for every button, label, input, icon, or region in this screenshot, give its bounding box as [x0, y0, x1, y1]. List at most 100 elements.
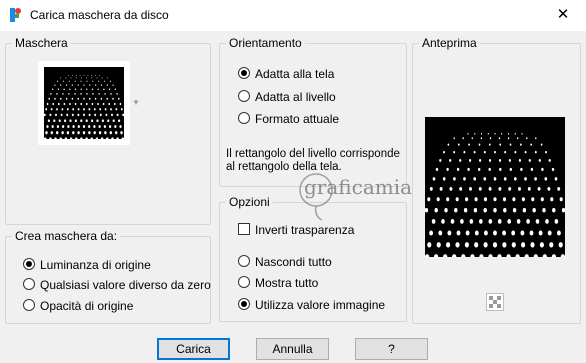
preview-dots [424, 117, 566, 260]
dot-mark [441, 219, 445, 224]
dot-mark [530, 143, 533, 146]
dot-mark [80, 88, 82, 91]
watermark-logo: graficamia [299, 173, 412, 221]
dot-mark [534, 150, 537, 154]
dot-mark [556, 230, 561, 236]
dot-mark [96, 119, 99, 123]
dot-mark [61, 125, 65, 129]
dot-mark [459, 158, 462, 162]
dot-mark [114, 88, 116, 91]
dot-mark [106, 84, 108, 86]
dot-mark [552, 207, 556, 213]
dot-mark [83, 113, 85, 117]
dot-mark [74, 93, 76, 95]
dot-mark [469, 158, 472, 162]
cancel-button[interactable]: Annulla [256, 338, 329, 360]
dot-mark [520, 143, 522, 146]
load-button[interactable]: Carica [157, 338, 230, 360]
dot-mark [67, 125, 70, 129]
dot-mark [453, 150, 456, 154]
dot-mark [65, 97, 68, 100]
dot-mark [94, 97, 97, 100]
dot-mark [93, 108, 96, 111]
dot-mark [58, 119, 61, 123]
dot-mark [87, 75, 89, 77]
dot-mark [72, 75, 73, 77]
dot-mark [550, 197, 554, 202]
dot-mark [106, 97, 108, 100]
dot-mark [554, 177, 558, 181]
dot-mark [474, 230, 479, 236]
dot-mark [526, 219, 530, 224]
dot-mark [498, 187, 502, 191]
dot-mark [512, 197, 516, 202]
dot-mark [464, 242, 469, 248]
dot-mark [66, 113, 69, 117]
dot-mark [108, 102, 111, 106]
dot-mark [488, 143, 491, 146]
dot-mark [95, 84, 97, 86]
dot-mark [88, 131, 91, 135]
dot-mark [512, 207, 517, 213]
dot-mark [88, 113, 91, 117]
transparency-toggle-icon[interactable] [486, 293, 504, 311]
dot-mark [439, 158, 442, 162]
dot-mark [77, 113, 80, 117]
close-button[interactable]: ✕ [540, 0, 586, 31]
dot-mark [118, 97, 120, 100]
dot-mark [98, 125, 101, 129]
mask-thumbnail[interactable] [38, 61, 130, 145]
dot-mark [467, 167, 470, 171]
svg-text:graficamia: graficamia [304, 175, 412, 199]
dot-mark [545, 150, 547, 154]
dot-mark [494, 133, 496, 135]
dot-mark [74, 119, 77, 123]
dot-mark [528, 158, 531, 162]
dot-mark [82, 125, 86, 129]
dot-mark [436, 197, 440, 202]
dot-mark [529, 230, 534, 236]
dot-mark [547, 230, 552, 236]
chevron-down-icon[interactable]: ▼ [132, 98, 140, 107]
dot-mark [540, 143, 543, 146]
dot-mark [60, 77, 62, 79]
dot-mark [463, 207, 468, 213]
dot-mark [469, 187, 472, 191]
dot-mark [463, 150, 466, 154]
dot-mark [74, 80, 76, 82]
dot-mark [493, 230, 497, 236]
dot-mark [488, 167, 491, 171]
dot-mark [120, 108, 123, 111]
dot-mark [100, 97, 103, 100]
dot-mark [66, 108, 69, 111]
dot-mark [51, 125, 54, 129]
dot-mark [479, 158, 482, 162]
radio-circle [23, 278, 35, 290]
dot-mark [54, 84, 56, 86]
dot-mark [480, 133, 483, 135]
dot-mark [115, 108, 118, 111]
dot-mark [535, 137, 537, 140]
dot-mark [526, 137, 528, 140]
dot-mark [116, 113, 119, 117]
dot-mark [530, 242, 535, 248]
checkerboard-icon [489, 296, 501, 308]
dot-mark [120, 131, 123, 135]
dot-mark [516, 219, 521, 224]
dot-mark [110, 80, 112, 82]
dot-mark [502, 230, 507, 236]
help-button[interactable]: ? [355, 338, 428, 360]
dot-mark [64, 119, 67, 123]
options-group-label: Opzioni [226, 195, 273, 209]
dot-mark [559, 197, 563, 202]
dot-mark [432, 177, 436, 181]
dot-mark [104, 131, 107, 135]
dot-mark [91, 77, 93, 79]
dot-mark [49, 113, 52, 117]
dot-mark [503, 207, 507, 213]
dot-mark [56, 93, 58, 95]
dot-mark [442, 177, 446, 181]
dot-mark [541, 167, 544, 171]
dot-mark [77, 108, 80, 111]
dot-mark [88, 108, 91, 111]
